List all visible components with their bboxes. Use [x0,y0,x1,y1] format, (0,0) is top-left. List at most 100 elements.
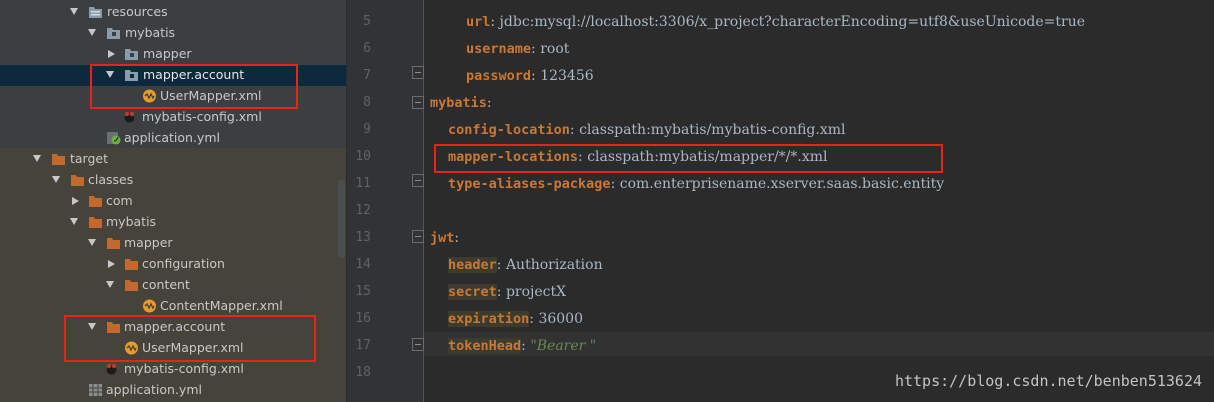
tree-item-label: ContentMapper.xml [160,298,283,313]
collapse-arrow-icon[interactable] [108,260,115,268]
expand-arrow-icon[interactable] [52,176,60,183]
tree-item-label: mybatis-config.xml [142,109,262,124]
project-tree: resources mybatis mapper mapper.account … [0,0,346,402]
tree-item-target-application-yml[interactable]: application.yml [0,380,346,401]
yaml-value: jdbc:mysql://localhost:3306/x_project?ch… [495,14,1085,30]
folder-orange-icon [89,196,102,207]
yaml-key: mybatis [430,95,487,111]
tree-item-label: mybatis [125,25,176,40]
watermark: https://blog.csdn.net/benben513624 [894,372,1202,390]
folder-orange-icon [89,217,102,228]
code-line[interactable]: header: Authorization [448,255,603,275]
tree-item-label: mapper [124,235,173,250]
yaml-value: Authorization [501,257,603,273]
line-number: 5 [363,14,371,29]
code-line[interactable]: expiration: 36000 [448,309,583,329]
code-line[interactable]: config-location: classpath:mybatis/mybat… [448,120,846,140]
collapse-arrow-icon[interactable] [108,50,115,58]
yaml-key: secret [448,284,497,300]
tree-item-label: content [142,277,190,292]
line-number: 9 [363,122,371,137]
yaml-key: expiration [448,311,530,327]
tree-item-com[interactable]: com [0,191,346,212]
tree-item-label: configuration [142,256,225,271]
yaml-key: jwt [430,230,455,246]
tree-item-mybatis[interactable]: mybatis [0,23,346,44]
code-line[interactable]: tokenHead: "Bearer " [448,336,596,356]
fold-marker-icon[interactable] [412,66,424,79]
mapper-locations-highlight-box [434,144,943,173]
expand-arrow-icon[interactable] [33,155,41,162]
mybatis-file-icon [124,111,135,123]
mybatis-file-icon [106,363,117,375]
line-number: 7 [363,68,371,83]
tree-item-content[interactable]: content [0,275,346,296]
target-mapper-account-highlight-box [64,315,316,362]
line-number: 12 [355,203,371,218]
code-line[interactable]: password: 123456 [466,66,594,86]
tree-item-application-yml[interactable]: application.yml [0,128,346,149]
package-folder-icon [107,28,120,39]
fold-marker-icon[interactable] [412,174,424,187]
resources-folder-icon [89,7,102,18]
yaml-key: config-location [448,122,570,138]
yaml-value: 36000 [534,311,583,327]
tree-item-classes[interactable]: classes [0,170,346,191]
tree-item-label: application.yml [124,130,220,145]
tree-item-configuration[interactable]: configuration [0,254,346,275]
line-number: 16 [355,311,371,326]
expand-arrow-icon[interactable] [88,239,96,246]
line-number: 15 [355,284,371,299]
yaml-key: tokenHead [448,338,522,354]
expand-arrow-icon[interactable] [70,218,78,225]
tree-item-target-mybatis[interactable]: mybatis [0,212,346,233]
line-number: 17 [355,338,371,353]
tree-item-target-mapper[interactable]: mapper [0,233,346,254]
tree-item-mybatis-config[interactable]: mybatis-config.xml [0,107,346,128]
fold-marker-icon[interactable] [412,96,424,109]
code-line[interactable]: url: jdbc:mysql://localhost:3306/x_proje… [466,12,1085,32]
line-number: 8 [363,95,371,110]
yaml-key: header [448,257,497,273]
code-line[interactable]: secret: projectX [448,282,566,302]
xml-file-icon [143,299,156,313]
tree-item-label: com [106,193,133,208]
expand-arrow-icon[interactable] [70,8,78,15]
line-number: 10 [355,149,371,164]
code-line[interactable]: type-aliases-package: com.enterprisename… [448,174,944,194]
folder-orange-icon [107,238,120,249]
code-line[interactable]: username: root [466,39,569,59]
yaml-key: type-aliases-package [448,176,611,192]
tree-item-label: mybatis-config.xml [124,361,244,376]
tree-item-resources[interactable]: resources [0,2,346,23]
code-line[interactable]: mybatis: [430,93,492,113]
tree-scrollbar[interactable] [338,180,345,258]
tree-item-label: resources [107,4,168,19]
tree-item-target-mybatis-config[interactable]: mybatis-config.xml [0,359,346,380]
resources-mapper-account-highlight-box [90,64,298,109]
yaml-key: password [466,68,532,84]
line-number: 18 [355,365,371,380]
tree-item-contentmapper-xml[interactable]: ContentMapper.xml [0,296,346,317]
package-folder-icon [125,49,138,60]
yaml-key: username [466,41,532,57]
tree-item-label: mapper [143,46,192,61]
expand-arrow-icon[interactable] [88,29,96,36]
yaml-value: 123456 [535,68,594,84]
tree-item-target[interactable]: target [0,149,346,170]
tree-item-label: target [70,151,109,166]
yaml-value: com.enterprisename.xserver.saas.basic.en… [615,176,945,192]
yaml-key: url [466,14,491,30]
fold-marker-icon[interactable] [412,230,424,243]
folder-orange-icon [71,175,84,186]
yaml-value: root [535,41,570,57]
code-line[interactable]: jwt: [430,228,459,248]
collapse-arrow-icon[interactable] [72,197,79,205]
yaml-separator: : [454,230,460,246]
expand-arrow-icon[interactable] [106,281,114,288]
tree-item-mapper[interactable]: mapper [0,44,346,65]
yaml-value: projectX [501,284,567,300]
yaml-separator: : [486,95,492,111]
yaml-string-value: "Bearer " [525,338,597,354]
fold-marker-icon[interactable] [412,338,424,351]
